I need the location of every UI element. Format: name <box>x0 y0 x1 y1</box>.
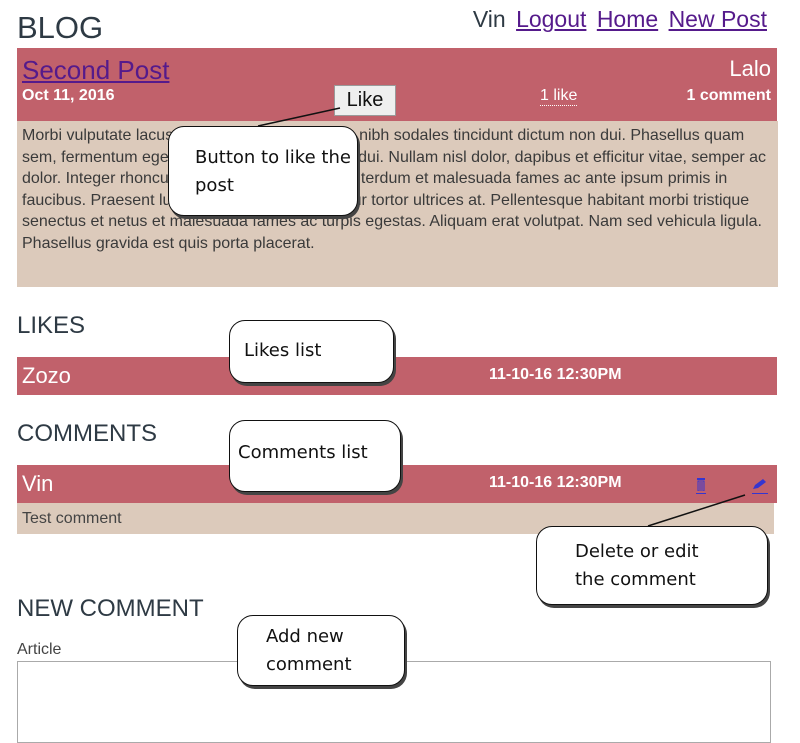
post-body: Morbi vulputate lacus sed leo porttitor,… <box>17 121 778 287</box>
callout-comments-list: Comments list <box>229 420 401 492</box>
post-date: Oct 11, 2016 <box>22 87 115 104</box>
comment-count: 1 comment <box>686 87 771 104</box>
new-post-link[interactable]: New Post <box>669 6 767 32</box>
article-label: Article <box>17 641 62 658</box>
post-author: Lalo <box>729 56 771 81</box>
callout-add-comment: Add new comment <box>237 615 405 686</box>
pencil-icon-glyph <box>753 479 766 489</box>
comment-date: 11-10-16 12:30PM <box>489 474 622 491</box>
nav-username: Vin <box>472 6 506 32</box>
top-nav: Vin Logout Home New Post <box>473 6 767 33</box>
likes-heading: LIKES <box>17 312 86 339</box>
post-header: Second Post Lalo Oct 11, 2016 Like 1 lik… <box>17 48 777 121</box>
post-title-link[interactable]: Second Post <box>22 55 169 86</box>
callout-likes-list: Likes list <box>229 320 394 383</box>
like-user-name: Zozo <box>22 363 71 388</box>
trash-icon[interactable] <box>696 478 706 494</box>
callout-delete-edit: Delete or edit the comment <box>536 526 768 605</box>
callout-like-button: Button to like the post <box>168 126 358 216</box>
home-link[interactable]: Home <box>597 6 658 32</box>
trash-icon-glyph <box>697 478 705 492</box>
pencil-icon[interactable] <box>752 478 768 494</box>
comment-user-name: Vin <box>22 471 54 496</box>
like-count[interactable]: 1 like <box>540 87 578 106</box>
like-row: Zozo 11-10-16 12:30PM <box>17 357 777 395</box>
blog-title: BLOG <box>17 10 104 45</box>
new-comment-heading: NEW COMMENT <box>17 595 204 622</box>
like-date: 11-10-16 12:30PM <box>489 366 622 383</box>
logout-link[interactable]: Logout <box>516 6 586 32</box>
like-button[interactable]: Like <box>334 85 396 116</box>
comments-heading: COMMENTS <box>17 420 157 447</box>
